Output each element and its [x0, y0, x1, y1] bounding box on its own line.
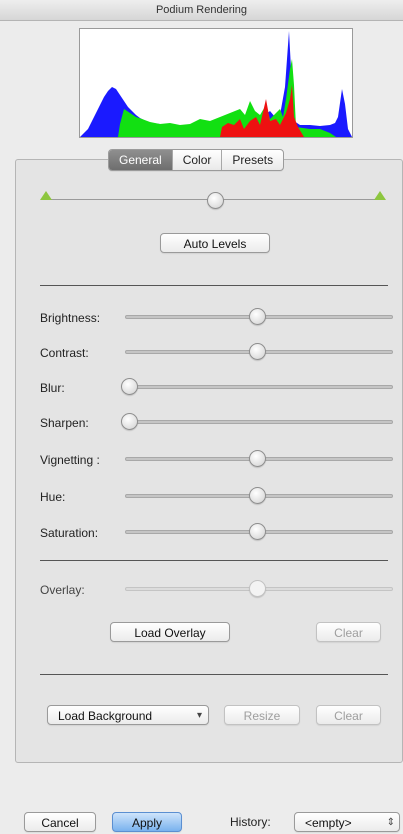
- blur-slider-track[interactable]: [125, 385, 393, 389]
- history-popup[interactable]: <empty>: [294, 812, 400, 833]
- brightness-label: Brightness:: [40, 311, 101, 325]
- sharpen-slider-track[interactable]: [125, 420, 393, 424]
- levels-midpoint-knob[interactable]: [207, 192, 224, 209]
- brightness-slider-knob[interactable]: [249, 308, 266, 325]
- saturation-slider-knob[interactable]: [249, 523, 266, 540]
- divider: [40, 560, 388, 561]
- tab-presets[interactable]: Presets: [221, 150, 283, 170]
- divider: [40, 285, 388, 286]
- tab-general[interactable]: General: [109, 150, 172, 170]
- saturation-label: Saturation:: [40, 526, 99, 540]
- blur-slider-knob[interactable]: [121, 378, 138, 395]
- hue-label: Hue:: [40, 490, 66, 504]
- sharpen-slider-knob[interactable]: [121, 413, 138, 430]
- clear-background-button[interactable]: Clear: [316, 705, 381, 725]
- load-overlay-button[interactable]: Load Overlay: [110, 622, 230, 642]
- tab-color[interactable]: Color: [171, 150, 222, 170]
- window-title: Podium Rendering: [0, 0, 403, 21]
- white-point-arrow-icon[interactable]: [374, 191, 386, 200]
- divider: [40, 674, 388, 675]
- vignetting-slider-knob[interactable]: [249, 450, 266, 467]
- histogram: [79, 28, 353, 138]
- tab-bar: General Color Presets: [108, 149, 285, 171]
- hue-slider-knob[interactable]: [249, 487, 266, 504]
- cancel-button[interactable]: Cancel: [24, 812, 96, 832]
- resize-button[interactable]: Resize: [224, 705, 300, 725]
- histogram-red-series: [220, 85, 304, 137]
- black-point-arrow-icon[interactable]: [40, 191, 52, 200]
- apply-button[interactable]: Apply: [112, 812, 182, 832]
- vignetting-label: Vignetting :: [40, 453, 100, 467]
- load-background-popup[interactable]: Load Background: [47, 705, 209, 726]
- blur-label: Blur:: [40, 381, 65, 395]
- auto-levels-button[interactable]: Auto Levels: [160, 233, 270, 253]
- contrast-slider-knob[interactable]: [249, 343, 266, 360]
- contrast-label: Contrast:: [40, 346, 89, 360]
- sharpen-label: Sharpen:: [40, 416, 89, 430]
- overlay-slider-knob: [249, 580, 266, 597]
- history-label: History:: [230, 815, 271, 829]
- clear-overlay-button[interactable]: Clear: [316, 622, 381, 642]
- overlay-label: Overlay:: [40, 583, 85, 597]
